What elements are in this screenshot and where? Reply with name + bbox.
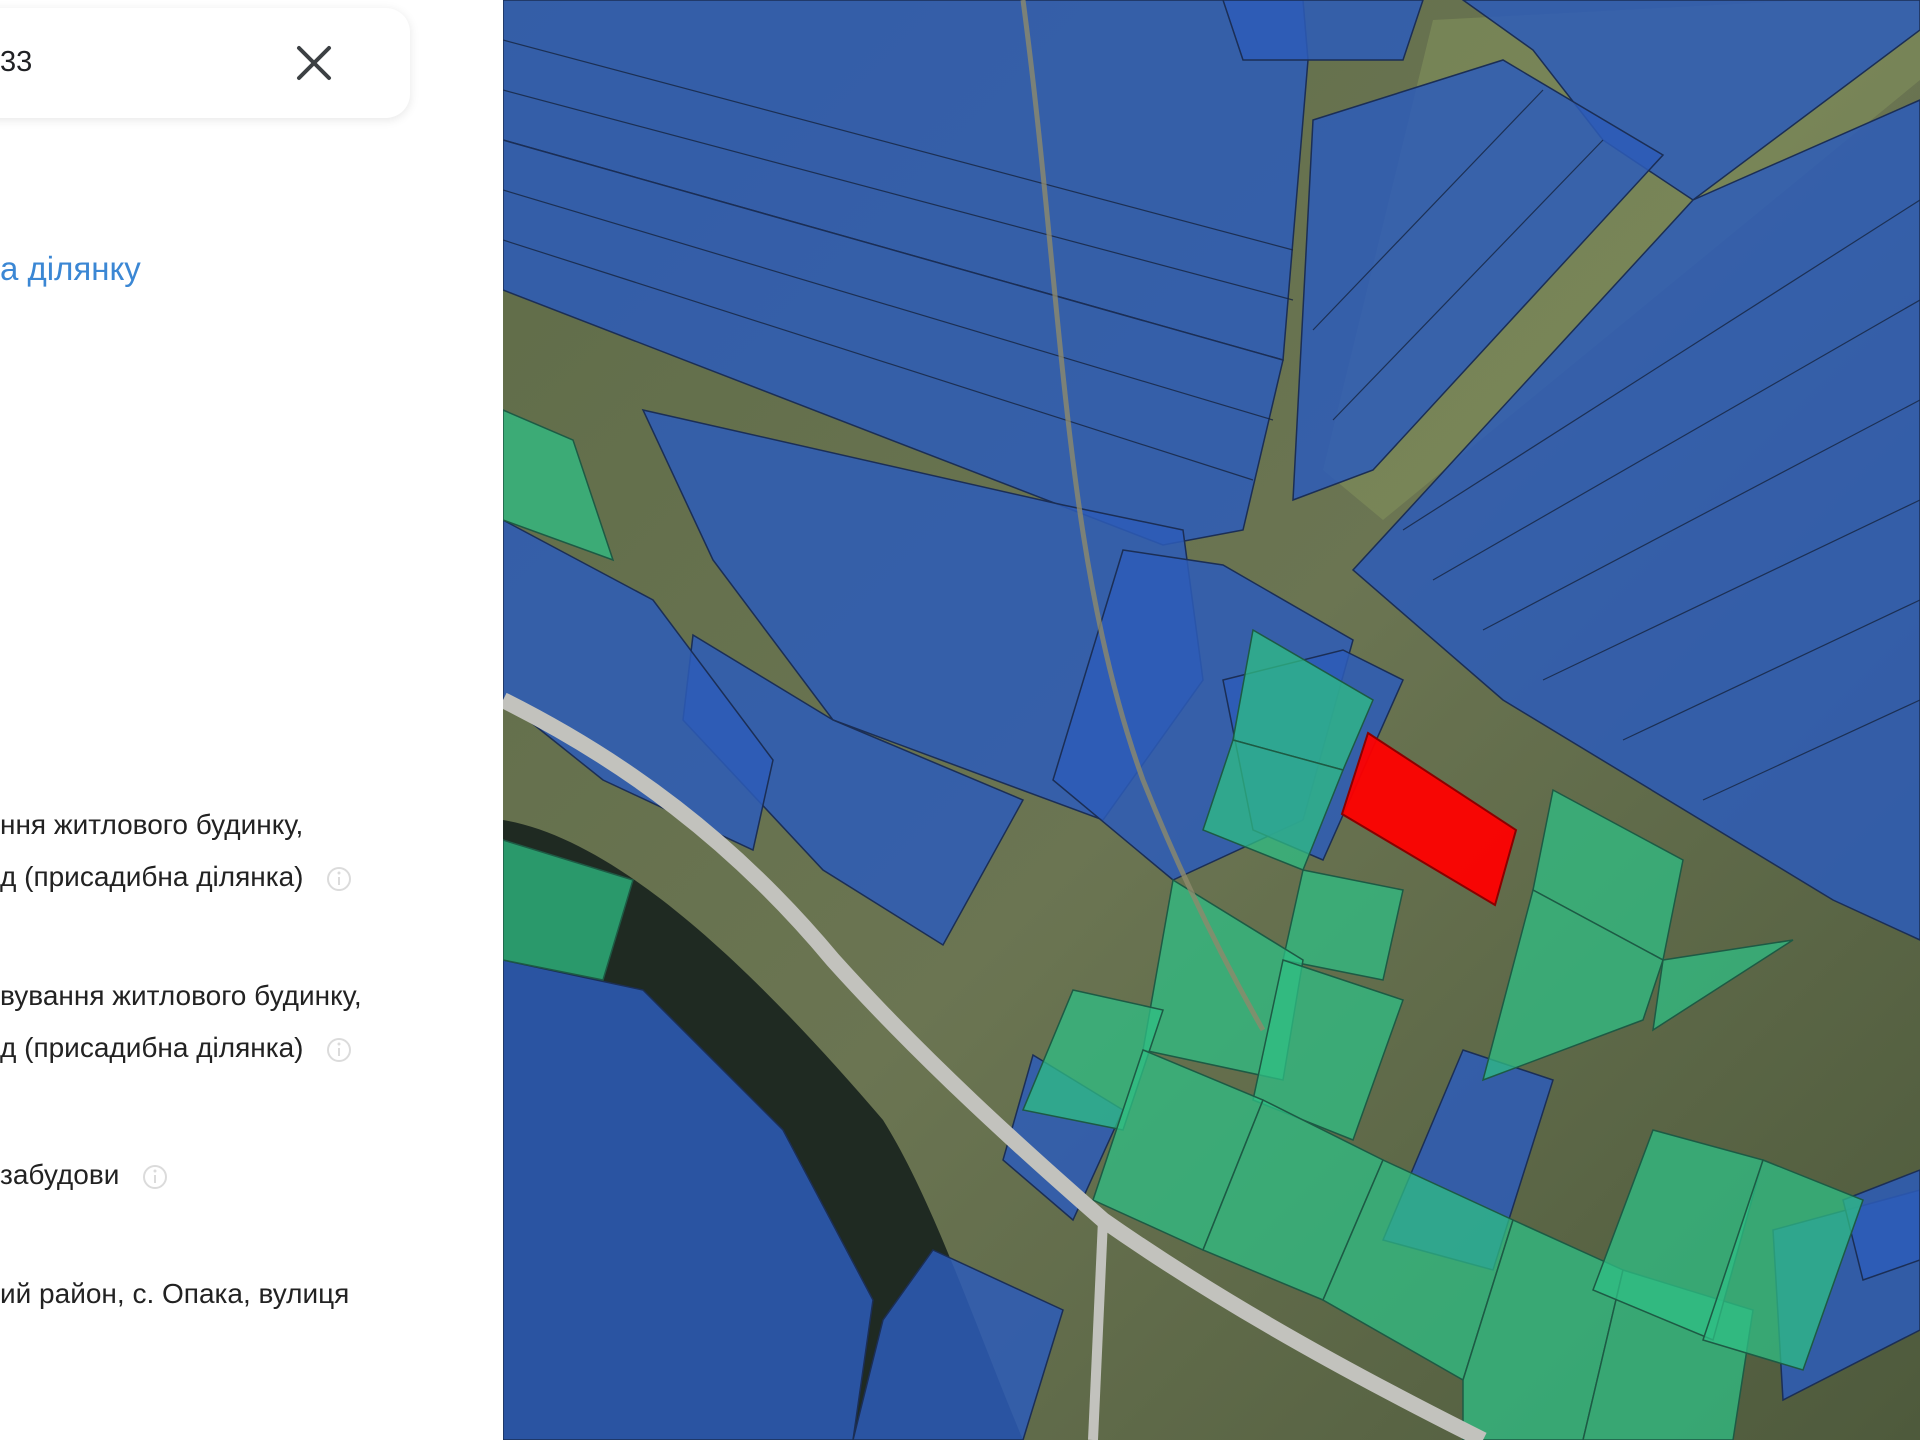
cadastral-map[interactable] — [503, 0, 1920, 1440]
search-input[interactable]: 33 — [0, 46, 32, 79]
category-line-2: д (присадибна ділянка) — [0, 1032, 304, 1063]
purpose-line-2: д (присадибна ділянка) — [0, 861, 304, 892]
category-line-2-row: д (присадибна ділянка) — [0, 1032, 353, 1064]
info-icon[interactable] — [325, 865, 353, 893]
address-line: ий район, с. Опака, вулиця — [0, 1278, 350, 1309]
info-icon[interactable] — [141, 1163, 169, 1191]
ownership-line-row: забудови — [0, 1159, 169, 1191]
private-parcel[interactable] — [1222, 0, 1424, 61]
purpose-line-1: ння житлового будинку, — [0, 809, 304, 840]
map-canvas[interactable] — [503, 0, 1920, 1440]
parcel-link[interactable]: а ділянку — [0, 250, 141, 288]
purpose-line-2-row: д (присадибна ділянка) — [0, 861, 353, 893]
search-box[interactable]: 33 — [0, 8, 410, 118]
info-icon[interactable] — [325, 1036, 353, 1064]
ownership-line: забудови — [0, 1159, 120, 1190]
category-line-1: вування житлового будинку, — [0, 980, 362, 1011]
info-panel: 33 а ділянку ння житлового будинку, д (п… — [0, 0, 503, 1440]
close-icon[interactable] — [287, 36, 341, 90]
